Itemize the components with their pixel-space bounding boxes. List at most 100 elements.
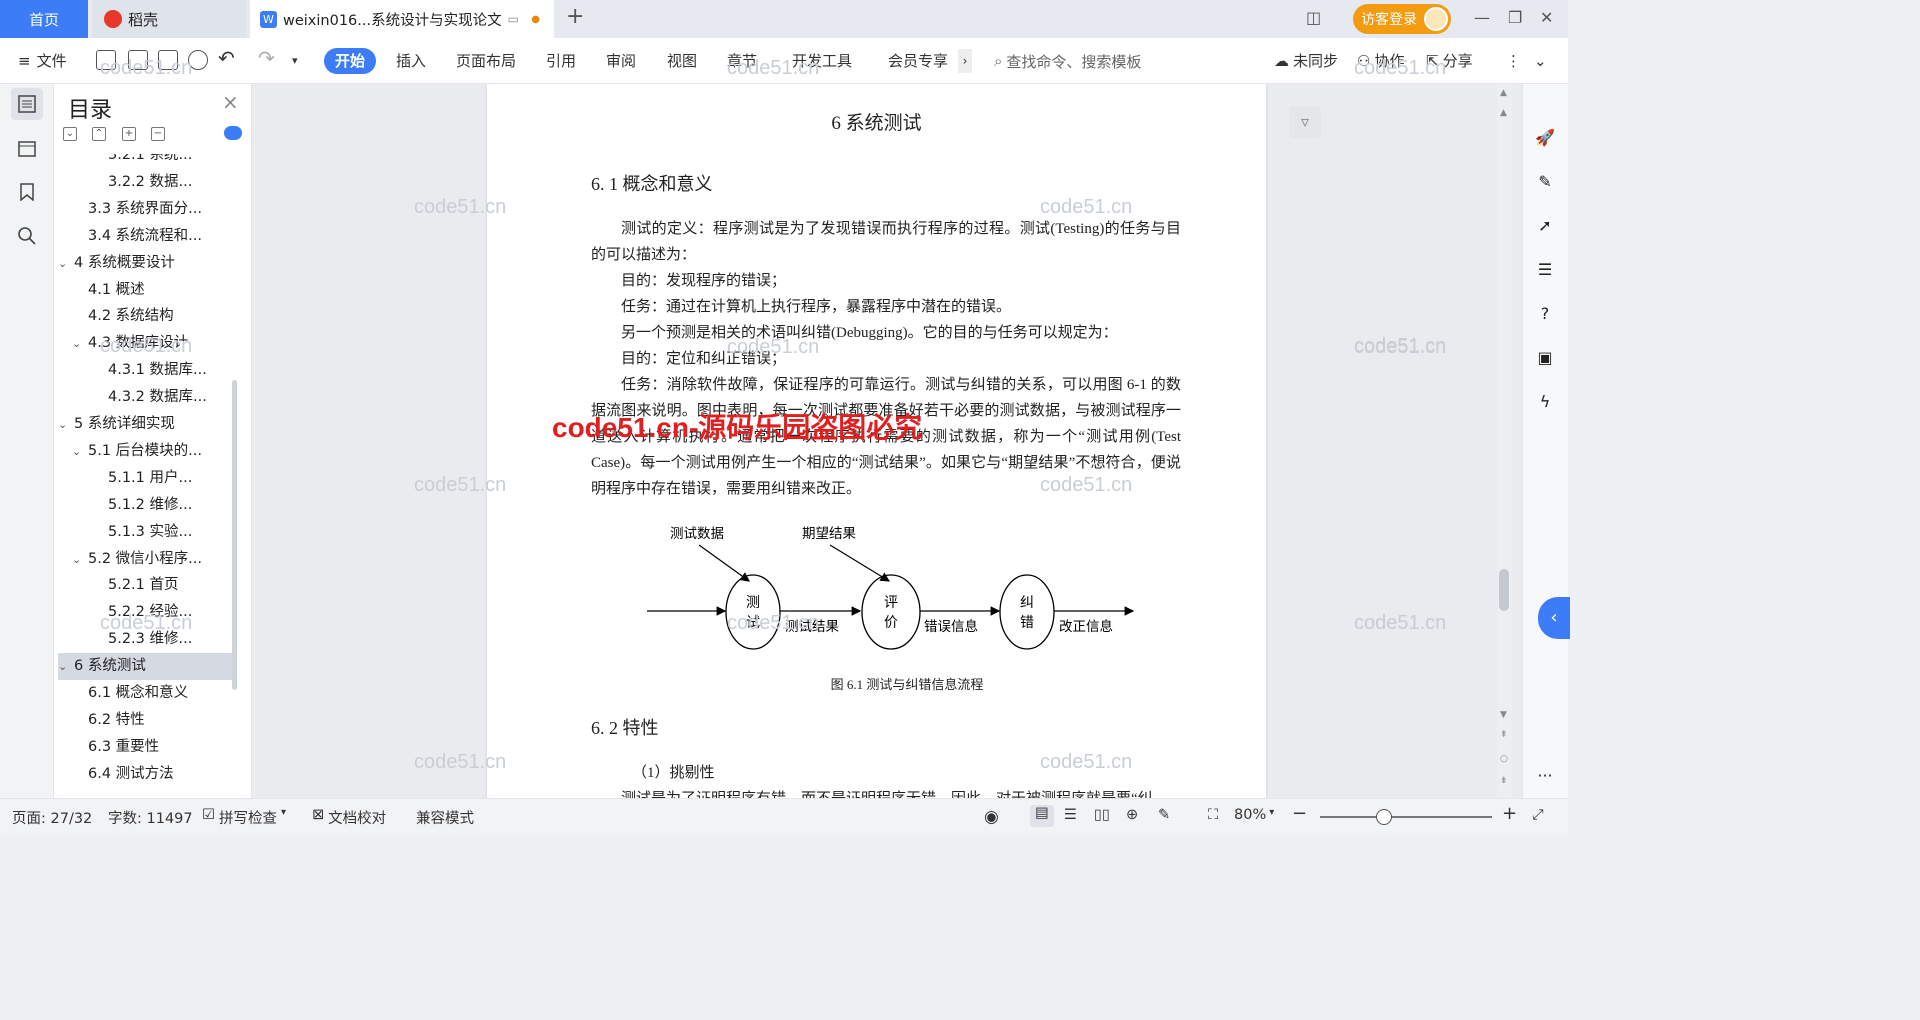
side-panel-toggle-icon[interactable]: ‹ [1538, 597, 1570, 639]
fit-page-icon[interactable]: ⛶ [1208, 807, 1218, 823]
word-count[interactable]: 字数: 11497 [108, 807, 193, 828]
more-dots-icon[interactable]: ··· [1532, 762, 1558, 788]
select-browse-icon[interactable]: ○ [1500, 754, 1508, 764]
window-list-icon[interactable]: ◫ [1306, 8, 1321, 27]
sliders-icon[interactable]: ☰ [1532, 256, 1558, 282]
chevron-down-icon[interactable]: ⌄ [72, 438, 88, 465]
menu-insert[interactable]: 插入 [396, 49, 426, 73]
sync-button[interactable]: ☁ 未同步 [1274, 49, 1338, 73]
web-view-icon[interactable]: ⊕ [1126, 807, 1138, 823]
toc-item[interactable]: 3.2.1 系统... [58, 154, 234, 169]
zoom-slider-handle[interactable] [1376, 809, 1392, 825]
find-icon[interactable] [11, 220, 43, 252]
document-scrollbar[interactable]: ▲ ▲ ▼ ⇞ ○ ⇟ [1497, 84, 1512, 798]
read-view-icon[interactable]: ▯▯ [1094, 807, 1110, 823]
tab-daoke[interactable]: 稻壳 [92, 0, 246, 38]
smart-toc-icon[interactable] [224, 126, 242, 140]
outline-view-icon[interactable]: ☰ [1064, 807, 1077, 823]
toc-item[interactable]: 4.1 概述 [58, 277, 234, 304]
proofread-button[interactable]: ⊠ 文档校对 [312, 807, 386, 828]
toc-item[interactable]: 3.4 系统流程和... [58, 223, 234, 250]
quick-access-dropdown-icon[interactable]: ▾ [292, 49, 298, 73]
toc-item[interactable]: 5.1.3 实验... [58, 519, 234, 546]
zoom-dropdown[interactable]: 80% ▾ [1234, 807, 1274, 823]
menu-member[interactable]: 会员专享 [888, 49, 948, 73]
new-tab-button[interactable]: + [566, 4, 584, 29]
document-canvas[interactable]: ▤▾ ▿ 6 系统测试 6. 1 概念和意义 测试的定义：程序测试是为了发现错误… [252, 84, 1522, 798]
menu-view[interactable]: 视图 [667, 49, 697, 73]
expand-all-icon[interactable]: ⌄ [63, 127, 77, 141]
toc-item[interactable]: 3.3 系统界面分... [58, 196, 234, 223]
tab-home[interactable]: 首页 [0, 0, 88, 38]
chevron-down-icon[interactable]: ⌄ [72, 546, 88, 573]
write-view-icon[interactable]: ✎ [1158, 807, 1170, 823]
help-icon[interactable]: ? [1532, 300, 1558, 326]
more-menus-icon[interactable]: › [958, 49, 972, 73]
undo-icon[interactable]: ↶ [218, 46, 235, 70]
close-icon[interactable]: × [222, 90, 239, 114]
add-heading-icon[interactable]: + [122, 127, 136, 141]
zoom-out-icon[interactable]: − [1292, 803, 1307, 824]
zoom-slider[interactable] [1320, 816, 1492, 818]
rocket-icon[interactable]: 🚀 [1532, 124, 1558, 150]
menu-review[interactable]: 审阅 [606, 49, 636, 73]
eye-protect-icon[interactable]: ◉ [984, 807, 999, 827]
close-icon[interactable]: ✕ [1540, 8, 1553, 27]
toc-item[interactable]: ⌄ 5.1 后台模块的... [58, 438, 234, 465]
fullscreen-icon[interactable]: ⤢ [1532, 807, 1544, 823]
command-search[interactable]: ⌕ 查找命令、搜索模板 [994, 49, 1184, 73]
toc-item[interactable]: 5.1.1 用户... [58, 465, 234, 492]
prev-page-icon[interactable]: ⇞ [1500, 730, 1508, 740]
toc-item[interactable]: 6.2 特性 [58, 707, 234, 734]
toc-item[interactable]: 6.1 概念和意义 [58, 680, 234, 707]
filter-icon[interactable]: ▿ [1289, 106, 1321, 138]
toc-item[interactable]: 4.3.2 数据库... [58, 384, 234, 411]
toc-item[interactable]: 5.2.1 首页 [58, 572, 234, 599]
scroll-up-icon[interactable]: ▲ [1500, 108, 1507, 118]
chevron-down-icon[interactable]: ⌄ [58, 653, 74, 680]
toc-panel-icon[interactable] [11, 88, 43, 120]
scroll-down-icon[interactable]: ▼ [1500, 710, 1507, 720]
toc-scrollbar[interactable] [232, 380, 237, 690]
page-view-icon[interactable]: ▤ [1030, 805, 1054, 827]
scroll-top-icon[interactable]: ▲ [1500, 88, 1507, 98]
file-menu[interactable]: ≡ 文件 [18, 49, 67, 73]
page-count[interactable]: 页面: 27/32 [12, 807, 92, 828]
spell-check-button[interactable]: ☑ 拼写检查 ▾ [202, 807, 286, 828]
toc-item[interactable]: ⌄ 5.2 微信小程序... [58, 546, 234, 573]
toc-item[interactable]: ⌄ 4 系统概要设计 [58, 250, 234, 277]
pen-icon[interactable]: ✎ [1532, 168, 1558, 194]
toc-item[interactable]: ⌄ 5 系统详细实现 [58, 411, 234, 438]
redo-icon[interactable]: ↷ [258, 46, 275, 70]
toc-item[interactable]: 6.3 重要性 [58, 734, 234, 761]
toc-item[interactable]: 6.4 测试方法 [58, 761, 234, 788]
collapse-ribbon-icon[interactable]: ⌄ [1534, 49, 1547, 73]
toc-item[interactable]: 5.1.2 维修... [58, 492, 234, 519]
zoom-in-icon[interactable]: + [1502, 803, 1517, 824]
tab-document[interactable]: W weixin016...系统设计与实现论文 ▭ ● [250, 0, 554, 38]
remove-heading-icon[interactable]: − [151, 127, 165, 141]
navigation-icon[interactable] [11, 132, 43, 164]
menu-references[interactable]: 引用 [546, 49, 576, 73]
toc-item[interactable]: ⌄ 6 系统测试 [58, 653, 234, 681]
cursor-icon[interactable]: ➚ [1532, 212, 1558, 238]
scroll-thumb[interactable] [1499, 569, 1509, 611]
unsaved-dot-icon[interactable]: ● [531, 14, 540, 25]
image-edit-icon[interactable]: ▣ [1532, 344, 1558, 370]
menu-start[interactable]: 开始 [324, 48, 376, 74]
next-page-icon[interactable]: ⇟ [1500, 776, 1508, 786]
collapse-all-icon[interactable]: ⌃ [92, 127, 106, 141]
toc-item[interactable]: 4.3.1 数据库... [58, 357, 234, 384]
toc-item[interactable]: 3.2.2 数据... [58, 169, 234, 196]
chevron-down-icon[interactable]: ⌄ [72, 330, 88, 357]
bookmark-icon[interactable] [11, 176, 43, 208]
chevron-down-icon[interactable]: ⌄ [58, 250, 74, 277]
restore-icon[interactable]: ❐ [1508, 8, 1522, 27]
chevron-down-icon[interactable]: ⌄ [58, 411, 74, 438]
toc-item[interactable]: 4.2 系统结构 [58, 303, 234, 330]
menu-page-layout[interactable]: 页面布局 [456, 49, 516, 73]
more-options-icon[interactable]: ⋮ [1506, 49, 1521, 73]
minimize-icon[interactable]: — [1474, 8, 1490, 27]
lightning-icon[interactable]: ϟ [1532, 388, 1558, 414]
login-button[interactable]: 访客登录 [1353, 4, 1451, 34]
